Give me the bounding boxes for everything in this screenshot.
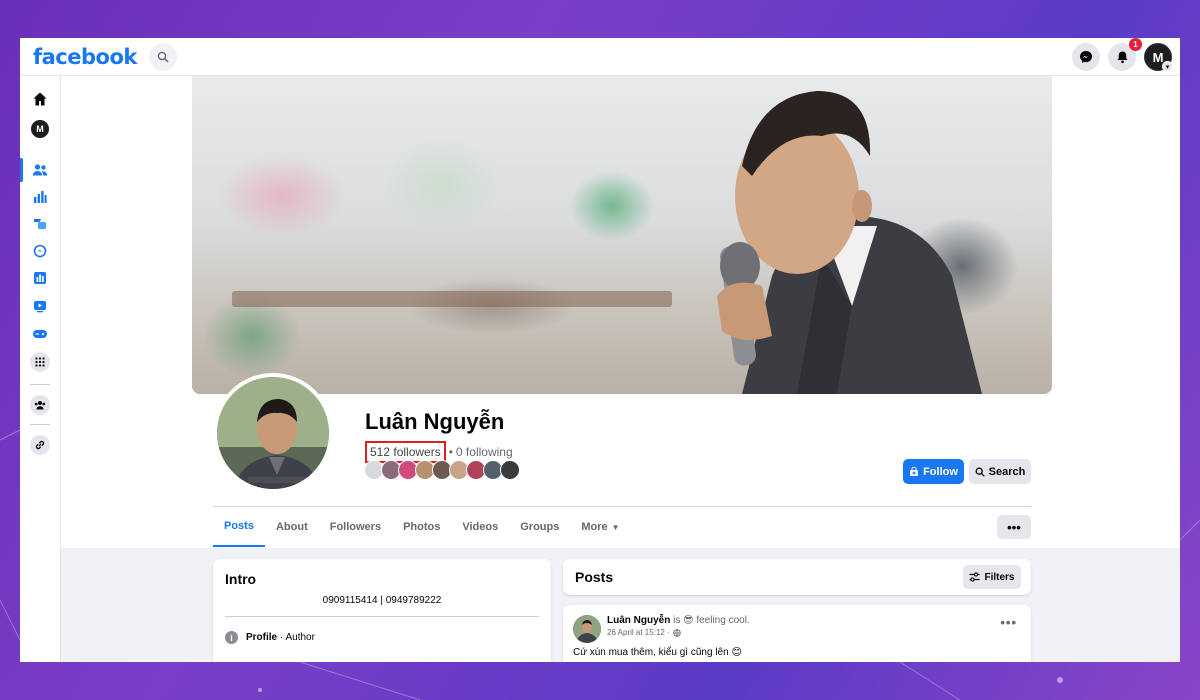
intro-phone: 0909115414 | 0949789222 bbox=[322, 595, 442, 606]
page-avatar-icon[interactable]: M bbox=[29, 118, 51, 140]
post-text: Cứ xún mua thêm, kiểu gì cũng lên 😊 bbox=[573, 647, 742, 658]
intro-profile-type: · Author bbox=[277, 632, 315, 643]
post-author-avatar[interactable] bbox=[573, 615, 601, 643]
tab-more[interactable]: More ▼ bbox=[570, 507, 630, 547]
top-navigation-bar: facebook 1 M ▾ bbox=[20, 38, 1180, 76]
friends-icon[interactable] bbox=[29, 159, 51, 181]
post-meta: 26 April at 15:12 · bbox=[607, 628, 681, 637]
follow-button[interactable]: Follow bbox=[903, 459, 964, 484]
search-icon[interactable] bbox=[148, 42, 177, 71]
profile-search-button[interactable]: Search bbox=[969, 459, 1031, 484]
following-count-link[interactable]: 0 following bbox=[456, 445, 513, 459]
posts-header-card: Posts Filters bbox=[563, 559, 1031, 595]
home-icon[interactable] bbox=[29, 88, 51, 110]
globe-icon bbox=[672, 628, 681, 637]
analytics-icon[interactable] bbox=[29, 186, 51, 208]
pages-icon[interactable] bbox=[29, 213, 51, 235]
intro-card: Intro 0909115414 | 0949789222 i Profile … bbox=[213, 559, 551, 662]
search-label: Search bbox=[988, 465, 1026, 478]
groups-icon[interactable] bbox=[29, 394, 51, 416]
post-activity: is 😎 feeling cool. bbox=[670, 615, 750, 626]
messenger-rail-icon[interactable] bbox=[29, 240, 51, 262]
follower-avatar[interactable] bbox=[500, 460, 520, 480]
caret-down-icon: ▼ bbox=[611, 522, 620, 532]
post-options-icon[interactable]: ••• bbox=[1000, 615, 1017, 630]
tab-posts[interactable]: Posts bbox=[213, 507, 265, 547]
notification-badge: 1 bbox=[1129, 38, 1142, 51]
tab-followers[interactable]: Followers bbox=[319, 507, 392, 547]
facebook-logo[interactable]: facebook bbox=[33, 45, 137, 69]
filters-button[interactable]: Filters bbox=[963, 565, 1021, 589]
follow-label: Follow bbox=[923, 465, 958, 478]
post-header: Luân Nguyễn is 😎 feeling cool. bbox=[607, 615, 750, 626]
tab-about[interactable]: About bbox=[265, 507, 319, 547]
search-icon bbox=[975, 467, 985, 477]
intro-profile-row: i Profile · Author bbox=[225, 631, 315, 644]
rail-divider bbox=[30, 384, 50, 385]
chevron-down-icon: ▾ bbox=[1162, 61, 1173, 72]
profile-name: Luân Nguyễn bbox=[365, 409, 505, 434]
stats-separator: • bbox=[448, 445, 453, 459]
cover-person-image bbox=[717, 91, 982, 394]
reports-icon[interactable] bbox=[29, 267, 51, 289]
left-shortcut-rail: M bbox=[20, 76, 61, 662]
messenger-icon[interactable] bbox=[1072, 43, 1100, 71]
video-icon[interactable] bbox=[29, 295, 51, 317]
apps-grid-icon[interactable] bbox=[29, 351, 51, 373]
rail-divider bbox=[30, 424, 50, 425]
cover-table-blur bbox=[232, 291, 672, 307]
intro-profile-label: Profile bbox=[246, 632, 278, 643]
profile-main: Luân Nguyễn 512 followers • 0 following … bbox=[61, 76, 1180, 662]
intro-title: Intro bbox=[225, 571, 257, 587]
follower-avatar-list bbox=[364, 460, 520, 480]
posts-title: Posts bbox=[575, 569, 614, 585]
cover-photo[interactable] bbox=[192, 76, 1052, 394]
tab-groups[interactable]: Groups bbox=[509, 507, 570, 547]
tab-more-label: More bbox=[581, 521, 608, 533]
rail-active-indicator bbox=[20, 158, 23, 182]
filters-icon bbox=[969, 572, 980, 582]
account-avatar[interactable]: M ▾ bbox=[1144, 43, 1173, 72]
profile-menu-button[interactable]: ••• bbox=[997, 515, 1031, 539]
profile-picture[interactable] bbox=[213, 373, 333, 493]
post-author-name[interactable]: Luân Nguyễn bbox=[607, 615, 670, 626]
link-icon[interactable] bbox=[29, 434, 51, 456]
intro-divider bbox=[225, 616, 539, 617]
gaming-icon[interactable] bbox=[29, 323, 51, 345]
profile-tabs: Posts About Followers Photos Videos Grou… bbox=[213, 507, 631, 547]
browser-window: facebook 1 M ▾ M Luân Nguyễn 512 followe… bbox=[20, 38, 1180, 662]
info-icon: i bbox=[225, 631, 238, 644]
post-card: Luân Nguyễn is 😎 feeling cool. 26 April … bbox=[563, 605, 1031, 662]
account-initial: M bbox=[1152, 49, 1164, 65]
tab-photos[interactable]: Photos bbox=[392, 507, 451, 547]
notifications-icon[interactable]: 1 bbox=[1108, 38, 1142, 71]
post-timestamp[interactable]: 26 April at 15:12 · bbox=[607, 628, 670, 637]
follow-icon bbox=[910, 466, 919, 476]
filters-label: Filters bbox=[984, 571, 1015, 583]
tab-videos[interactable]: Videos bbox=[451, 507, 509, 547]
